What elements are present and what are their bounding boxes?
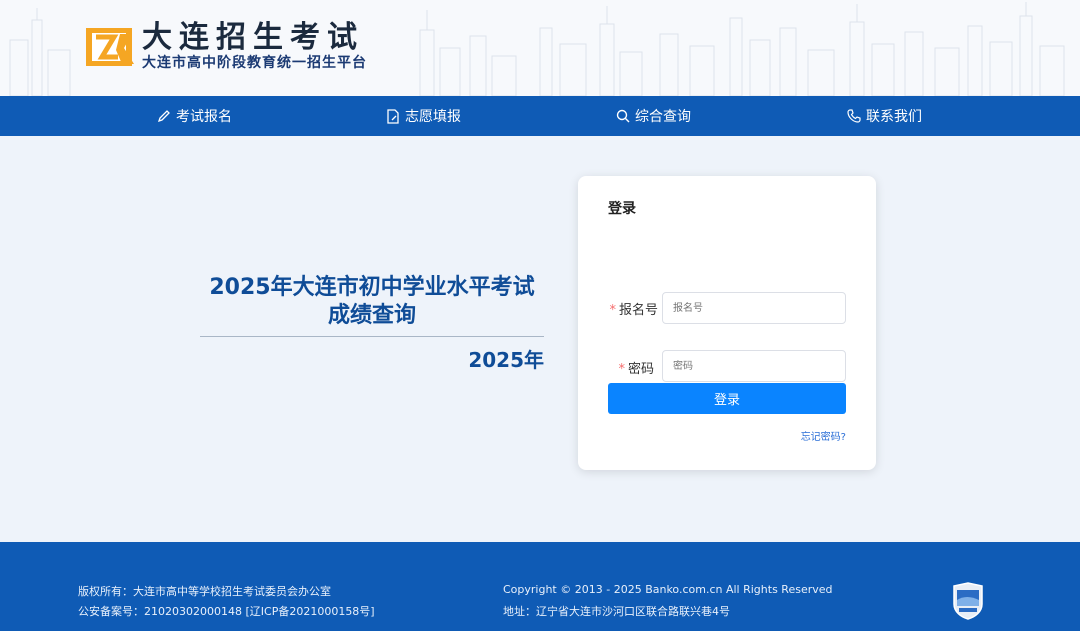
- logo-title: 大连招生考试: [142, 20, 364, 55]
- required-mark: *: [618, 362, 625, 377]
- main-content: 2025年大连市初中学业水平考试 成绩查询 2025年 登录 *报名号 *密码 …: [0, 136, 1080, 542]
- nav-item-contact[interactable]: 联系我们: [847, 96, 922, 136]
- nav-item-application[interactable]: 志愿填报: [386, 96, 461, 136]
- exam-title-line1: 2025年大连市初中学业水平考试: [209, 275, 535, 300]
- title-divider: [200, 336, 544, 337]
- exam-year: 2025年: [468, 348, 544, 372]
- password-input[interactable]: [662, 350, 846, 382]
- login-card: 登录 *报名号 *密码 登录 忘记密码?: [578, 176, 876, 470]
- site-logo[interactable]: 大连招生考试 大连市高中阶段教育统一招生平台: [84, 22, 367, 72]
- nav-item-label: 考试报名: [176, 109, 232, 125]
- site-header: 大连招生考试 大连市高中阶段教育统一招生平台: [0, 0, 1080, 96]
- site-footer: 版权所有：大连市高中等学校招生考试委员会办公室 公安备案号：2102030200…: [0, 542, 1080, 631]
- logo-emblem-icon: [86, 28, 134, 66]
- registration-number-input[interactable]: [662, 292, 846, 324]
- login-button[interactable]: 登录: [608, 383, 846, 414]
- password-label: * 密码: [618, 362, 654, 377]
- login-title: 登录: [608, 201, 636, 217]
- search-icon: [616, 109, 630, 123]
- police-record[interactable]: 公安备案号：21020302000148 [辽ICP备2021000158号]: [78, 603, 375, 619]
- exam-title: 2025年大连市初中学业水平考试 成绩查询: [200, 274, 544, 330]
- forgot-password-link[interactable]: 忘记密码?: [801, 428, 846, 443]
- address-text: 地址：辽宁省大连市沙河口区联合路联兴巷4号: [503, 605, 730, 618]
- nav-item-label: 综合查询: [635, 109, 691, 125]
- exam-title-line2: 成绩查询: [327, 303, 416, 328]
- nav-item-query[interactable]: 综合查询: [616, 96, 691, 136]
- registration-number-label: * 报名号: [609, 303, 658, 318]
- nav-item-label: 联系我们: [866, 109, 922, 125]
- nav-item-registration[interactable]: 考试报名: [157, 96, 232, 136]
- pencil-icon: [157, 110, 170, 123]
- main-nav: 考试报名 志愿填报 综合查询 联系我们: [0, 96, 1080, 136]
- nav-item-label: 志愿填报: [405, 109, 461, 125]
- copyright-text: Copyright © 2013 - 2025 Banko.com.cn All…: [503, 583, 833, 596]
- document-edit-icon: [387, 108, 399, 124]
- gov-badge-icon[interactable]: [951, 582, 985, 620]
- required-mark: *: [609, 303, 616, 318]
- copyright-owner: 版权所有：大连市高中等学校招生考试委员会办公室: [78, 585, 331, 598]
- logo-subtitle: 大连市高中阶段教育统一招生平台: [142, 55, 367, 71]
- phone-icon: [847, 109, 861, 123]
